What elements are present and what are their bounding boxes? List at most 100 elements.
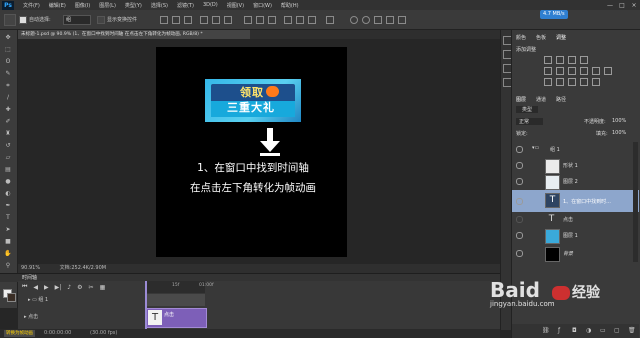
tab-swatches[interactable]: 色板: [536, 34, 546, 41]
layer-row[interactable]: 图层 2: [512, 174, 639, 190]
align-bottom-icon[interactable]: [184, 16, 192, 24]
layer-row[interactable]: 形状 1: [512, 158, 639, 174]
zoom-level[interactable]: 90.91%: [21, 265, 40, 271]
menu-window[interactable]: 窗口(W): [253, 2, 272, 9]
blur-icon[interactable]: ●: [3, 178, 13, 185]
show-transform-checkbox[interactable]: [97, 16, 105, 24]
maximize-button[interactable]: □: [616, 2, 628, 9]
opacity-value[interactable]: 100%: [612, 118, 626, 124]
eye-icon[interactable]: [516, 198, 523, 205]
type-icon[interactable]: T: [3, 214, 13, 221]
hand-icon[interactable]: ✋: [3, 250, 13, 257]
tab-layers[interactable]: 图层: [516, 96, 526, 103]
shape-icon[interactable]: ■: [3, 238, 13, 245]
mask-icon[interactable]: ◘: [572, 327, 577, 334]
menu-layer[interactable]: 图层(L): [99, 2, 116, 9]
background-color-swatch[interactable]: [7, 293, 16, 302]
eyedropper-icon[interactable]: ∕: [3, 94, 13, 101]
invert-icon[interactable]: [544, 78, 552, 86]
fx-icon[interactable]: ƒ: [558, 327, 560, 334]
layer-row[interactable]: T 点击: [512, 212, 639, 228]
menu-view[interactable]: 视图(V): [227, 2, 244, 9]
transition-icon[interactable]: ▦: [100, 284, 106, 291]
distribute-right-icon[interactable]: [308, 16, 316, 24]
minimize-button[interactable]: —: [604, 2, 616, 9]
brightness-icon[interactable]: [544, 56, 552, 64]
menu-file[interactable]: 文件(F): [23, 2, 40, 9]
eye-icon[interactable]: [516, 146, 523, 153]
3d-slide-icon[interactable]: [386, 16, 394, 24]
distribute-top-icon[interactable]: [244, 16, 252, 24]
distribute-middle-icon[interactable]: [256, 16, 264, 24]
timeline-track-point[interactable]: ▸ 点击: [18, 312, 138, 322]
vibrance-icon[interactable]: [544, 67, 552, 75]
tab-channels[interactable]: 通道: [536, 96, 546, 103]
color-balance-icon[interactable]: [568, 67, 576, 75]
distribute-bottom-icon[interactable]: [268, 16, 276, 24]
eye-icon[interactable]: [516, 178, 523, 185]
layer-filter-dropdown[interactable]: 类型: [516, 106, 539, 113]
distribute-center-icon[interactable]: [296, 16, 304, 24]
lasso-icon[interactable]: ʘ: [3, 58, 13, 65]
layer-row-selected[interactable]: T 1、在窗口中找到时...: [512, 190, 639, 212]
eraser-icon[interactable]: ▱: [3, 154, 13, 161]
3d-mode-icon[interactable]: [350, 16, 358, 24]
document-tab[interactable]: 未标题-1.psd @ 90.9% (1、在窗口中找到时间轴 在点击左下角转化为…: [18, 30, 250, 39]
zoom-icon[interactable]: ⚲: [3, 262, 13, 269]
pen-icon[interactable]: ✒: [3, 202, 13, 209]
settings-icon[interactable]: ⚙: [77, 284, 82, 291]
link-layers-icon[interactable]: ⛓: [542, 327, 550, 334]
menu-3d[interactable]: 3D(D): [203, 2, 218, 8]
layers-scrollbar[interactable]: [633, 142, 638, 262]
channel-mixer-icon[interactable]: [604, 67, 612, 75]
menu-edit[interactable]: 编辑(E): [49, 2, 66, 9]
auto-align-icon[interactable]: [326, 16, 334, 24]
eye-icon[interactable]: [516, 250, 523, 257]
blend-mode-dropdown[interactable]: 正常: [516, 118, 544, 125]
convert-to-frame-animation-button[interactable]: 转换为帧动画: [4, 330, 35, 337]
tab-paths[interactable]: 路径: [556, 96, 566, 103]
threshold-icon[interactable]: [568, 78, 576, 86]
first-frame-icon[interactable]: ⏮: [22, 283, 27, 291]
fill-value[interactable]: 100%: [612, 130, 626, 136]
menu-select[interactable]: 选择(S): [151, 2, 168, 9]
align-left-icon[interactable]: [200, 16, 208, 24]
levels-icon[interactable]: [556, 56, 564, 64]
menu-help[interactable]: 帮助(H): [281, 2, 299, 9]
layer-row[interactable]: ▾▭ 组 1: [512, 142, 639, 158]
quick-select-icon[interactable]: ✎: [3, 70, 13, 77]
dodge-icon[interactable]: ◐: [3, 190, 13, 197]
playhead[interactable]: [145, 281, 147, 329]
healing-icon[interactable]: ✚: [3, 106, 13, 113]
layer-row[interactable]: 背景: [512, 246, 639, 262]
align-center-icon[interactable]: [212, 16, 220, 24]
path-select-icon[interactable]: ➤: [3, 226, 13, 233]
posterize-icon[interactable]: [556, 78, 564, 86]
new-layer-icon[interactable]: ▢: [614, 327, 620, 334]
tab-color[interactable]: 颜色: [516, 34, 526, 41]
move-icon[interactable]: ✥: [3, 34, 13, 41]
new-group-icon[interactable]: ▭: [600, 327, 606, 334]
stamp-icon[interactable]: ♜: [3, 130, 13, 137]
timeline-track-group[interactable]: ▸ ▭ 组 1: [18, 295, 138, 305]
3d-rotate-icon[interactable]: [362, 16, 370, 24]
adjustment-layer-icon[interactable]: ◑: [586, 327, 591, 334]
selective-color-icon[interactable]: [592, 78, 600, 86]
align-middle-icon[interactable]: [172, 16, 180, 24]
menu-image[interactable]: 图像(I): [75, 2, 90, 9]
gradient-icon[interactable]: ▤: [3, 166, 13, 173]
align-right-icon[interactable]: [224, 16, 232, 24]
history-brush-icon[interactable]: ↺: [3, 142, 13, 149]
close-button[interactable]: ×: [628, 2, 640, 9]
crop-icon[interactable]: ⌗: [3, 82, 13, 89]
trash-icon[interactable]: 🗑: [628, 327, 636, 334]
prev-frame-icon[interactable]: ◀: [33, 284, 38, 291]
move-tool-preset-button[interactable]: [4, 14, 16, 26]
eye-icon[interactable]: [516, 232, 523, 239]
layer-row[interactable]: 图层 1: [512, 228, 639, 244]
curves-icon[interactable]: [568, 56, 576, 64]
align-top-icon[interactable]: [160, 16, 168, 24]
brush-icon[interactable]: ✐: [3, 118, 13, 125]
auto-select-dropdown[interactable]: 组: [63, 15, 91, 25]
photo-filter-icon[interactable]: [592, 67, 600, 75]
